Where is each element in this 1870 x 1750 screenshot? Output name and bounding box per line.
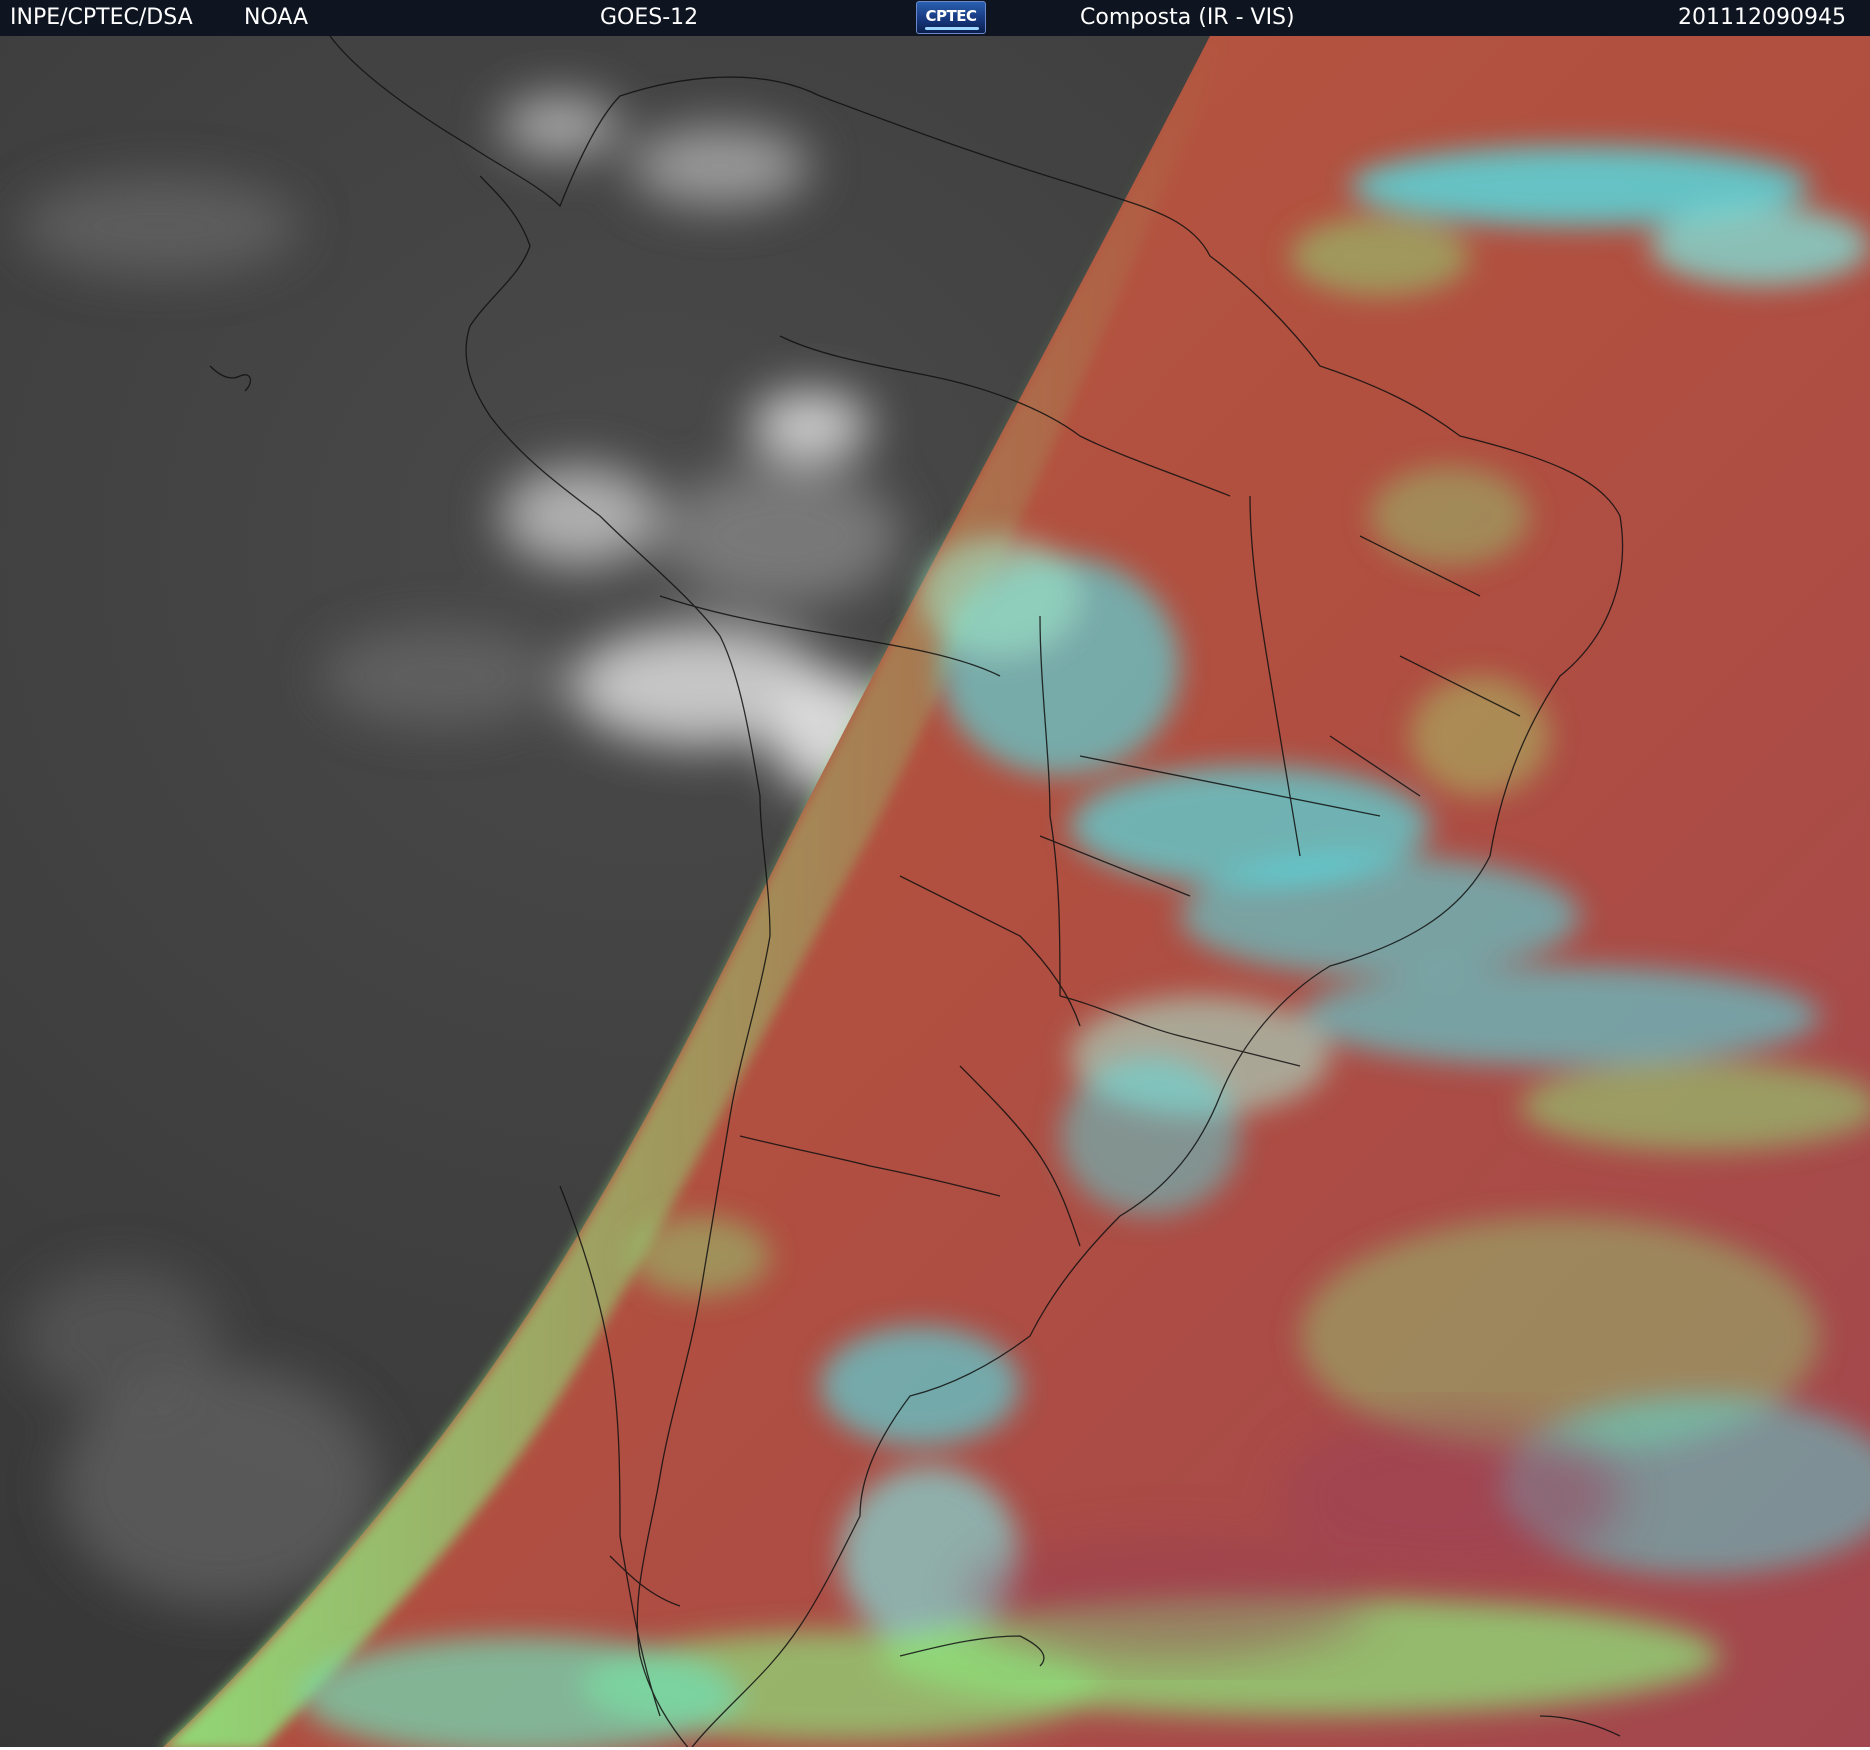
- satellite-image-frame: INPE/CPTEC/DSA NOAA GOES-12 CPTEC Compos…: [0, 0, 1870, 1750]
- cptec-logo-swoosh: [925, 27, 979, 30]
- cptec-logo: CPTEC: [916, 1, 986, 34]
- organization-label: INPE/CPTEC/DSA: [10, 5, 193, 30]
- imagery-canvas: [0, 36, 1870, 1750]
- image-header-bar: INPE/CPTEC/DSA NOAA GOES-12 CPTEC Compos…: [0, 0, 1870, 36]
- agency-label: NOAA: [244, 5, 309, 30]
- product-label: Composta (IR - VIS): [1080, 5, 1295, 30]
- satellite-label: GOES-12: [600, 5, 699, 30]
- timestamp-label: 201112090945: [1678, 5, 1846, 30]
- satellite-imagery: [0, 36, 1870, 1750]
- cptec-logo-text: CPTEC: [925, 7, 978, 25]
